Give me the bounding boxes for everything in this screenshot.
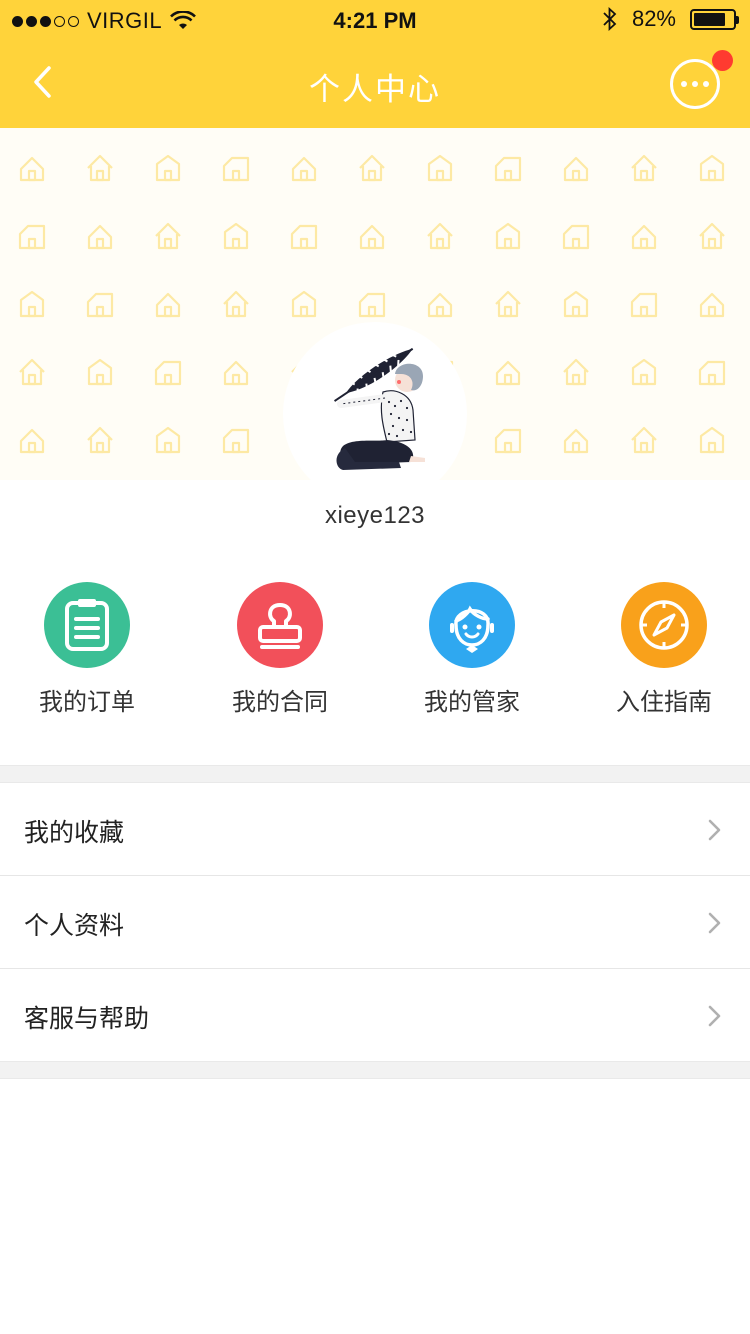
house-pattern-icon	[87, 426, 113, 454]
house-pattern-icon	[494, 428, 522, 454]
house-pattern-icon	[86, 292, 114, 318]
house-pattern-icon	[87, 224, 113, 250]
house-pattern-icon	[427, 222, 453, 250]
stamp-icon	[258, 603, 302, 649]
checkin-guide-button[interactable]: 入住指南	[574, 582, 750, 722]
quick-actions: 我的订单 我的合同 我的管家 入住指南	[0, 582, 750, 722]
house-pattern-icon	[698, 360, 726, 386]
menu-item-favorites[interactable]: 我的收藏	[0, 783, 750, 876]
house-pattern-icon	[154, 360, 182, 386]
menu-item-label: 客服与帮助	[24, 1005, 150, 1033]
house-pattern-icon	[87, 358, 113, 386]
house-pattern-icon	[291, 290, 317, 318]
house-pattern-icon	[562, 224, 590, 250]
compass-icon	[639, 600, 689, 650]
quick-action-label: 入住指南	[616, 689, 712, 716]
house-pattern-icon	[223, 290, 249, 318]
house-pattern-icon	[155, 222, 181, 250]
house-pattern-icon	[359, 224, 385, 250]
guide-icon-circle	[621, 582, 707, 668]
section-divider	[0, 1061, 750, 1079]
notification-dot	[712, 50, 733, 71]
menu-item-profile[interactable]: 个人资料	[0, 876, 750, 969]
section-divider	[0, 765, 750, 783]
house-pattern-icon	[358, 292, 386, 318]
battery-icon	[690, 8, 739, 30]
chevron-right-icon	[708, 1005, 721, 1027]
quick-action-label: 我的订单	[39, 689, 135, 716]
bluetooth-icon	[603, 6, 617, 32]
house-pattern-icon	[631, 358, 657, 386]
more-button[interactable]	[670, 59, 720, 109]
house-pattern-icon	[495, 222, 521, 250]
house-pattern-icon	[699, 426, 725, 454]
house-pattern-icon	[631, 426, 657, 454]
house-pattern-icon	[699, 154, 725, 182]
quick-action-label: 我的合同	[232, 689, 328, 716]
username: xieye123	[324, 502, 426, 529]
house-pattern-icon	[494, 156, 522, 182]
house-pattern-icon	[427, 292, 453, 318]
menu-item-label: 个人资料	[24, 912, 125, 940]
menu-list: 我的收藏 个人资料 客服与帮助	[0, 783, 750, 1062]
house-pattern-icon	[223, 222, 249, 250]
house-pattern-icon	[427, 154, 453, 182]
house-pattern-icon	[563, 358, 589, 386]
house-pattern-icon	[699, 222, 725, 250]
house-pattern-icon	[699, 292, 725, 318]
status-right: 82%	[602, 6, 739, 32]
house-pattern-icon	[291, 156, 317, 182]
status-bar: VIRGIL 4:21 PM 82%	[0, 0, 750, 40]
menu-item-support[interactable]: 客服与帮助	[0, 969, 750, 1062]
my-orders-button[interactable]: 我的订单	[0, 582, 177, 722]
contract-icon-circle	[237, 582, 323, 668]
battery-percent: 82%	[631, 6, 676, 31]
chevron-right-icon	[708, 912, 721, 934]
quick-action-label: 我的管家	[424, 689, 520, 716]
house-pattern-icon	[155, 426, 181, 454]
more-horizontal-icon	[681, 81, 687, 87]
avatar[interactable]	[283, 322, 467, 506]
house-pattern-icon	[222, 156, 250, 182]
house-pattern-icon	[155, 154, 181, 182]
chevron-right-icon	[708, 819, 721, 841]
butler-face-icon	[450, 605, 494, 653]
butler-icon-circle	[429, 582, 515, 668]
house-pattern-icon	[630, 292, 658, 318]
house-pattern-icon	[19, 156, 45, 182]
my-contract-button[interactable]: 我的合同	[190, 582, 370, 722]
house-pattern-icon	[87, 154, 113, 182]
house-pattern-icon	[19, 358, 45, 386]
clipboard-icon	[65, 599, 109, 651]
my-butler-button[interactable]: 我的管家	[382, 582, 562, 722]
house-pattern-icon	[359, 154, 385, 182]
house-pattern-icon	[19, 428, 45, 454]
house-pattern-icon	[19, 290, 45, 318]
house-pattern-icon	[495, 290, 521, 318]
house-pattern-icon	[631, 224, 657, 250]
house-pattern-icon	[563, 428, 589, 454]
avatar-illustration	[333, 347, 425, 470]
house-pattern-icon	[290, 224, 318, 250]
menu-item-label: 我的收藏	[24, 819, 125, 847]
house-pattern-icon	[155, 292, 181, 318]
house-pattern-icon	[563, 290, 589, 318]
house-pattern-icon	[495, 360, 521, 386]
page-title: 个人中心	[309, 72, 441, 107]
house-pattern-icon	[563, 156, 589, 182]
house-pattern-icon	[222, 428, 250, 454]
nav-bar: 个人中心	[0, 40, 750, 128]
house-pattern-icon	[223, 360, 249, 386]
house-pattern-icon	[18, 224, 46, 250]
orders-icon-circle	[44, 582, 130, 668]
house-pattern-icon	[631, 154, 657, 182]
